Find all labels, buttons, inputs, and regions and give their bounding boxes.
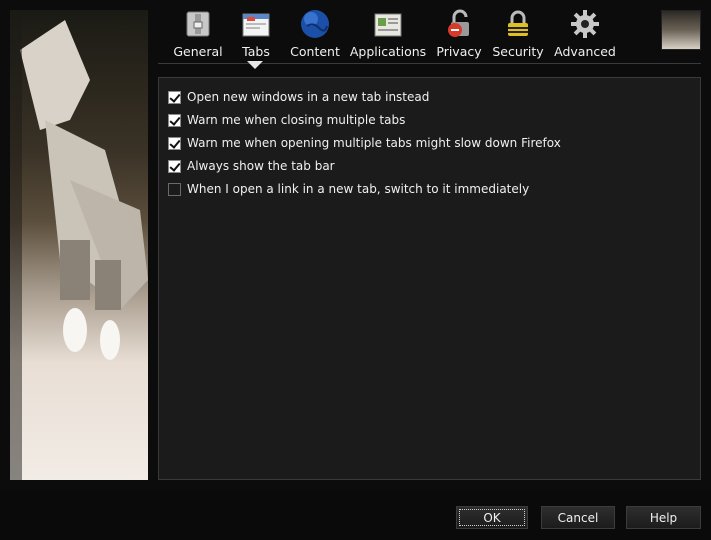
help-button[interactable]: Help xyxy=(626,506,701,529)
general-switch-icon xyxy=(186,11,210,37)
option-label: Always show the tab bar xyxy=(187,159,335,173)
checkbox-switch-to-new-tab[interactable] xyxy=(168,182,181,196)
pane-security-label: Security xyxy=(492,44,544,59)
option-label: Open new windows in a new tab instead xyxy=(187,90,430,104)
checkbox-always-show-tab-bar[interactable] xyxy=(168,159,181,173)
option-always-show-tab-bar[interactable]: Always show the tab bar xyxy=(168,157,335,175)
theme-side-image xyxy=(10,10,148,480)
pane-general-button[interactable]: General xyxy=(173,8,223,62)
option-switch-to-new-tab[interactable]: When I open a link in a new tab, switch … xyxy=(168,180,529,198)
option-label: Warn me when closing multiple tabs xyxy=(187,113,406,127)
pane-advanced-label: Advanced xyxy=(554,44,616,59)
pane-applications-label: Applications xyxy=(349,44,427,59)
pane-tabs-button[interactable]: Tabs xyxy=(239,8,273,62)
pane-applications-button[interactable]: Applications xyxy=(349,8,427,62)
tabs-window-icon xyxy=(242,13,270,37)
pane-tabs-label: Tabs xyxy=(242,44,270,59)
pane-privacy-button[interactable]: Privacy xyxy=(436,8,482,62)
ok-button[interactable]: OK xyxy=(456,506,528,529)
option-open-new-windows-in-tab[interactable]: Open new windows in a new tab instead xyxy=(168,88,429,106)
checkbox-open-new-windows-in-tab[interactable] xyxy=(168,90,181,104)
pane-advanced-button[interactable]: Advanced xyxy=(554,8,616,62)
selected-pane-indicator xyxy=(247,61,263,69)
pane-general-label: General xyxy=(173,44,223,59)
privacy-padlock-icon xyxy=(448,9,469,37)
applications-window-icon xyxy=(374,13,402,37)
pane-security-button[interactable]: Security xyxy=(492,8,544,62)
option-warn-closing-tabs[interactable]: Warn me when closing multiple tabs xyxy=(168,111,405,129)
pane-content-label: Content xyxy=(290,44,340,59)
cancel-button[interactable]: Cancel xyxy=(541,506,615,529)
gear-icon xyxy=(571,10,599,38)
option-warn-opening-tabs[interactable]: Warn me when opening multiple tabs might… xyxy=(168,134,561,152)
checkbox-warn-closing-tabs[interactable] xyxy=(168,113,181,127)
option-label: Warn me when opening multiple tabs might… xyxy=(187,136,561,150)
pane-privacy-label: Privacy xyxy=(436,44,482,59)
preferences-window: General Tabs Content Applications Privac… xyxy=(0,0,711,540)
toolbar-divider xyxy=(158,63,701,64)
globe-icon xyxy=(301,10,329,38)
checkbox-warn-opening-tabs[interactable] xyxy=(168,136,181,150)
option-label: When I open a link in a new tab, switch … xyxy=(187,182,530,196)
pane-content-button[interactable]: Content xyxy=(290,8,340,62)
persona-thumbnail xyxy=(661,10,701,50)
security-padlock-icon xyxy=(508,10,528,36)
